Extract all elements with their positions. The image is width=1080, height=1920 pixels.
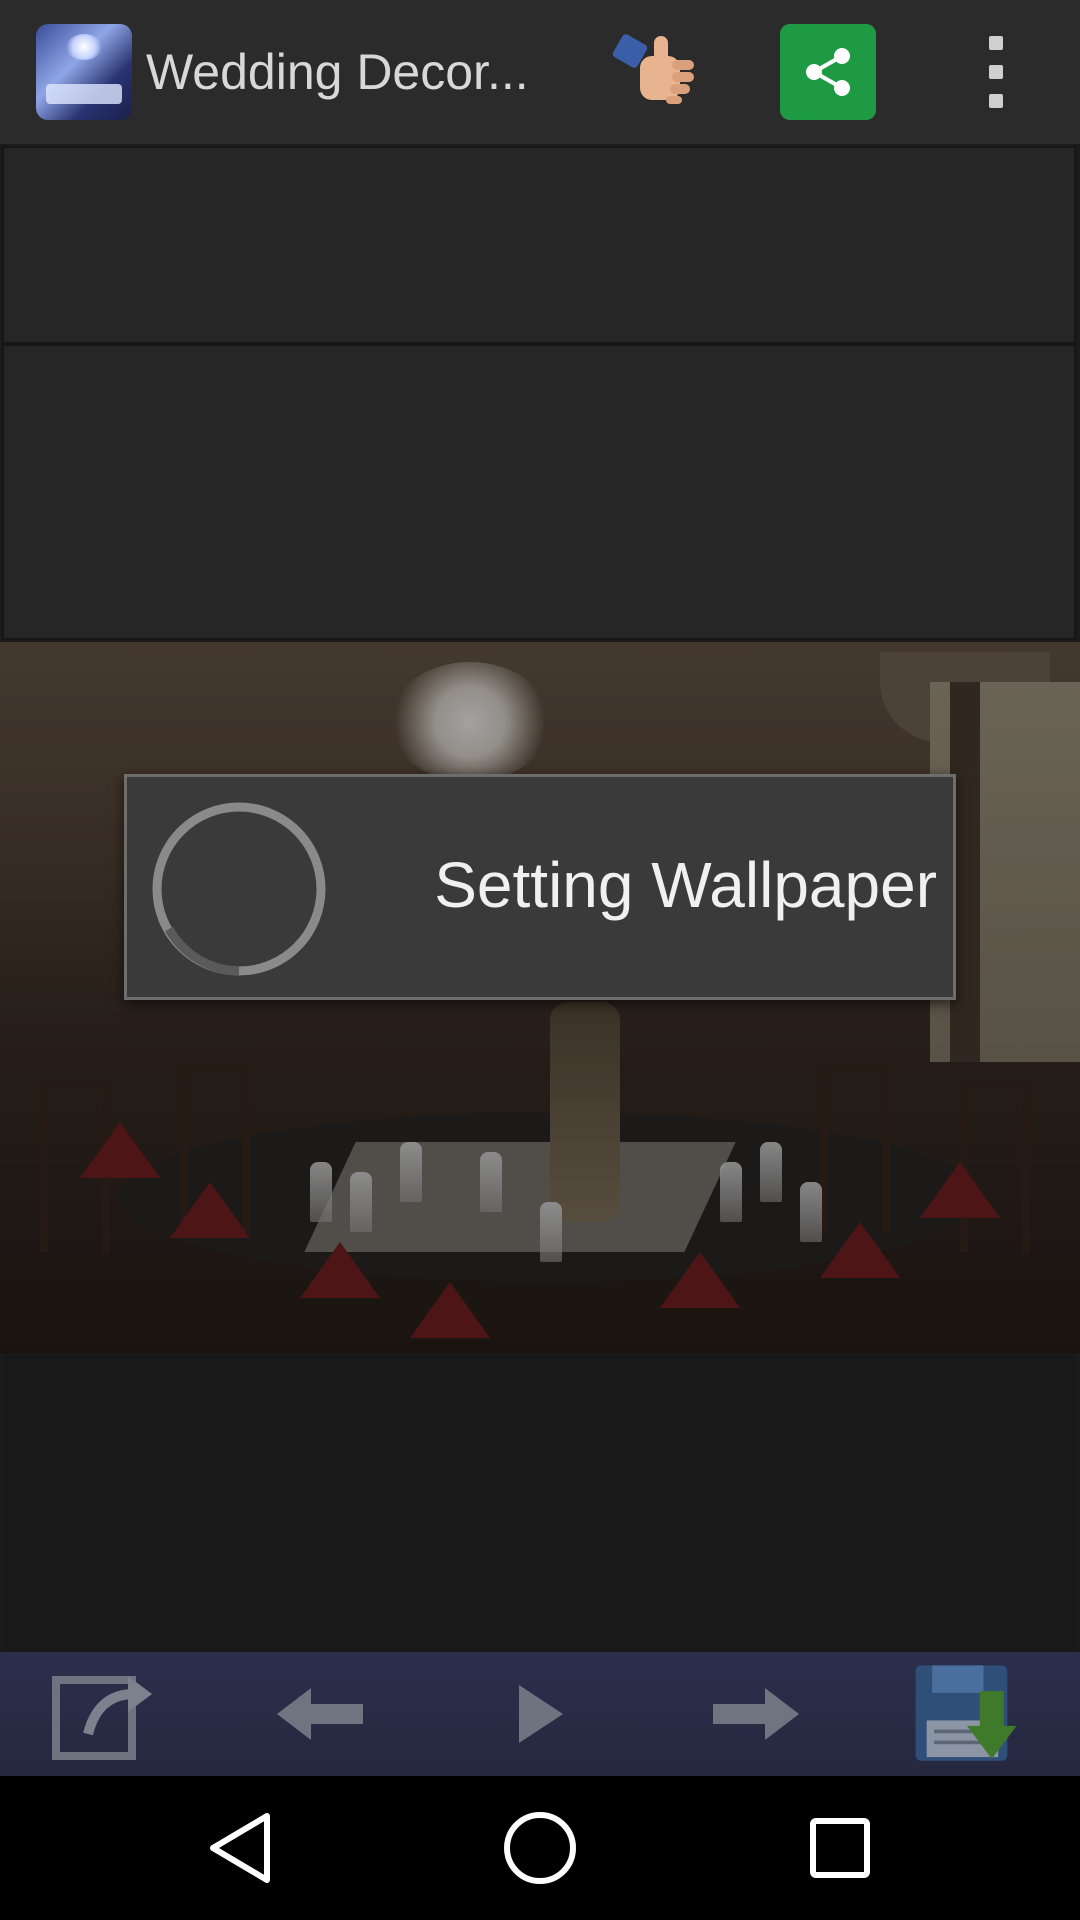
back-triangle-icon <box>210 1813 270 1883</box>
wallpaper-viewer-screen: Wedding Decor... Setting Wallpaper <box>0 0 1080 1920</box>
arrow-left-icon <box>277 1688 363 1740</box>
action-bar: Wedding Decor... <box>0 0 1080 144</box>
overflow-dot <box>989 94 1003 108</box>
app-icon-chandelier <box>66 34 102 60</box>
overflow-dot <box>989 36 1003 50</box>
home-button[interactable] <box>490 1798 590 1898</box>
progress-spinner-icon <box>149 799 329 979</box>
floppy-download-icon <box>915 1665 1017 1761</box>
save-button[interactable] <box>912 1662 1022 1766</box>
share-button[interactable] <box>780 24 876 120</box>
app-title: Wedding Decor... <box>146 44 529 100</box>
share-icon <box>806 48 850 96</box>
image-toolbar <box>0 1652 1080 1776</box>
more-vert-icon[interactable] <box>972 36 1020 108</box>
arrow-right-icon <box>713 1688 799 1740</box>
rotate-icon <box>52 1676 152 1760</box>
app-icon-table <box>46 84 122 104</box>
recents-button[interactable] <box>790 1798 890 1898</box>
thumbs-up-icon[interactable] <box>610 30 710 114</box>
recents-square-icon <box>810 1818 870 1878</box>
overflow-dot <box>989 65 1003 79</box>
next-button[interactable] <box>700 1662 810 1766</box>
rotate-button[interactable] <box>48 1662 158 1766</box>
home-circle-icon <box>504 1812 576 1884</box>
play-icon <box>519 1685 563 1743</box>
previous-button[interactable] <box>266 1662 376 1766</box>
back-button[interactable] <box>190 1798 290 1898</box>
play-button[interactable] <box>484 1662 594 1766</box>
app-icon[interactable] <box>36 24 132 120</box>
dialog-message: Setting Wallpaper <box>434 849 937 921</box>
system-navigation-bar <box>0 1776 1080 1920</box>
progress-dialog: Setting Wallpaper <box>124 774 956 1000</box>
